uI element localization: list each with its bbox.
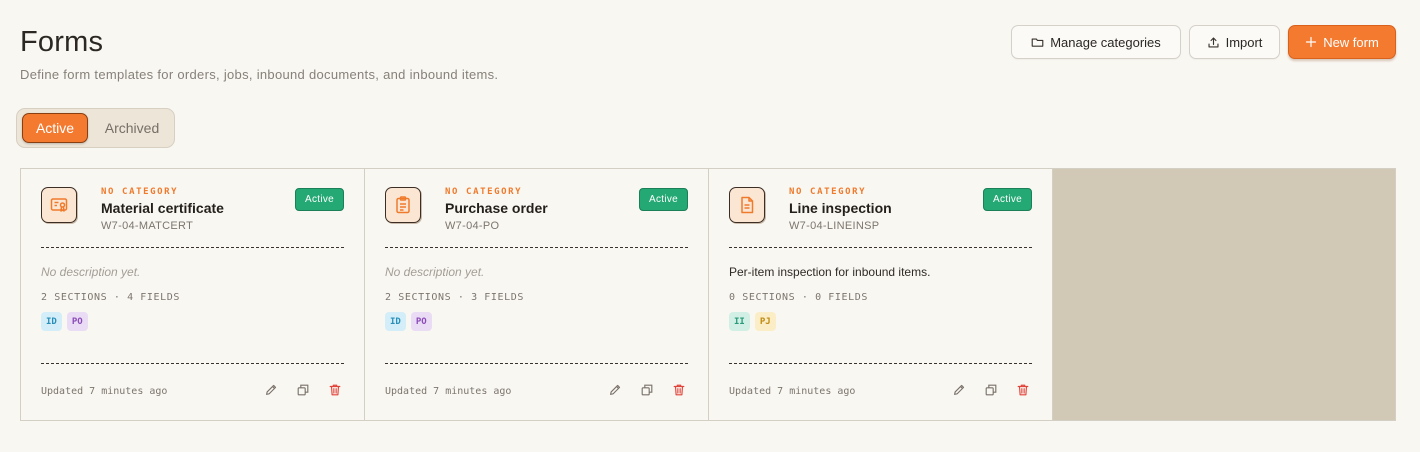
status-badge: Active	[983, 188, 1032, 211]
card-meta: 2 SECTIONS · 4 FIELDS	[41, 292, 181, 303]
tag-badge: ID	[41, 312, 62, 331]
card-meta: 2 SECTIONS · 3 FIELDS	[385, 292, 525, 303]
card-category: NO CATEGORY	[789, 187, 867, 197]
tag-badge: PO	[410, 312, 432, 331]
status-badge: Active	[295, 188, 344, 211]
form-card-line-inspection[interactable]: NO CATEGORY Line inspection W7-04-LINEIN…	[709, 169, 1053, 420]
document-icon	[729, 187, 765, 223]
status-badge: Active	[639, 188, 688, 211]
card-updated: Updated 7 minutes ago	[729, 386, 856, 397]
import-label: Import	[1225, 34, 1263, 50]
tag-badge: PO	[66, 312, 88, 331]
status-filter: Active Archived	[16, 108, 175, 148]
card-divider	[41, 363, 344, 364]
duplicate-icon[interactable]	[982, 381, 1000, 399]
trash-icon[interactable]	[1014, 381, 1032, 399]
tag-badge: ID	[385, 312, 406, 331]
form-card-purchase-order[interactable]: NO CATEGORY Purchase order W7-04-PO Acti…	[365, 169, 709, 420]
card-divider	[729, 247, 1032, 248]
card-code: W7-04-MATCERT	[101, 220, 194, 232]
card-title: Material certificate	[101, 200, 224, 216]
tag-badge: PJ	[754, 312, 776, 331]
new-form-button[interactable]: New form	[1288, 25, 1396, 59]
card-code: W7-04-PO	[445, 220, 500, 232]
upload-icon	[1207, 36, 1220, 49]
edit-icon[interactable]	[606, 381, 624, 399]
tag-badge: II	[729, 312, 750, 331]
card-title: Purchase order	[445, 200, 548, 216]
edit-icon[interactable]	[262, 381, 280, 399]
card-divider	[41, 247, 344, 248]
card-title: Line inspection	[789, 200, 892, 216]
new-form-label: New form	[1323, 34, 1379, 50]
page-subtitle: Define form templates for orders, jobs, …	[20, 67, 499, 82]
card-tags: II PJ	[729, 312, 776, 331]
card-meta: 0 SECTIONS · 0 FIELDS	[729, 292, 869, 303]
plus-icon	[1305, 36, 1317, 48]
forms-grid: NO CATEGORY Material certificate W7-04-M…	[20, 168, 1396, 421]
card-code: W7-04-LINEINSP	[789, 220, 880, 232]
card-actions	[262, 381, 344, 399]
duplicate-icon[interactable]	[294, 381, 312, 399]
form-card-material-certificate[interactable]: NO CATEGORY Material certificate W7-04-M…	[21, 169, 365, 420]
card-description: No description yet.	[385, 265, 485, 279]
trash-icon[interactable]	[326, 381, 344, 399]
import-button[interactable]: Import	[1189, 25, 1280, 59]
filter-archived-tab[interactable]: Archived	[92, 113, 172, 143]
card-updated: Updated 7 minutes ago	[41, 386, 168, 397]
filter-active-tab[interactable]: Active	[22, 113, 88, 143]
card-divider	[385, 363, 688, 364]
card-category: NO CATEGORY	[445, 187, 523, 197]
card-divider	[729, 363, 1032, 364]
clipboard-icon	[385, 187, 421, 223]
card-description: Per-item inspection for inbound items.	[729, 265, 931, 279]
edit-icon[interactable]	[950, 381, 968, 399]
card-tags: ID PO	[385, 312, 432, 331]
card-divider	[385, 247, 688, 248]
manage-categories-button[interactable]: Manage categories	[1011, 25, 1181, 59]
trash-icon[interactable]	[670, 381, 688, 399]
duplicate-icon[interactable]	[638, 381, 656, 399]
certificate-icon	[41, 187, 77, 223]
card-category: NO CATEGORY	[101, 187, 179, 197]
card-description: No description yet.	[41, 265, 141, 279]
manage-categories-label: Manage categories	[1050, 34, 1161, 50]
card-actions	[606, 381, 688, 399]
page-title: Forms	[20, 26, 104, 58]
folder-icon	[1031, 36, 1044, 49]
card-actions	[950, 381, 1032, 399]
card-tags: ID PO	[41, 312, 88, 331]
card-updated: Updated 7 minutes ago	[385, 386, 512, 397]
